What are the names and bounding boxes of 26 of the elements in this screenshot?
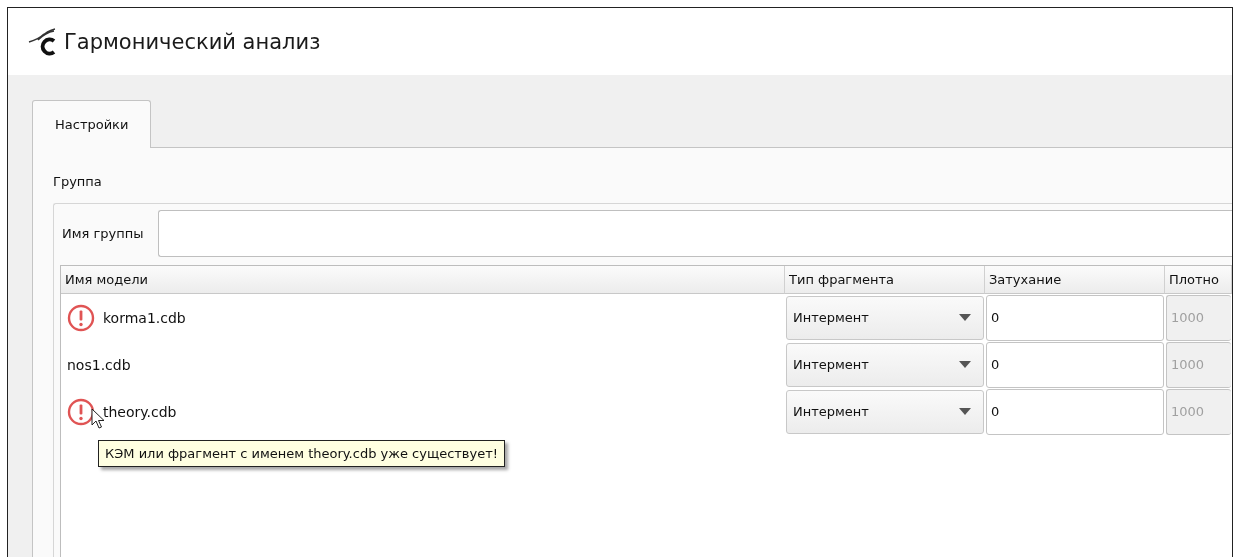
tab[interactable]: Настройки [32, 100, 152, 148]
damping-field[interactable]: 0 [986, 388, 1164, 435]
caret-icon [959, 408, 971, 415]
error-icon [67, 303, 95, 332]
error-icon [67, 397, 95, 426]
damping-field[interactable]: 0 [986, 341, 1164, 388]
model-name: korma1.cdb [103, 309, 186, 326]
column-header[interactable]: Плотно [1165, 266, 1232, 294]
fragment-type-dropdown[interactable]: Интермент [786, 342, 984, 387]
logo-icon [28, 27, 58, 56]
column-header[interactable]: Затухание [985, 266, 1165, 294]
caret-icon [959, 361, 971, 368]
model-name: theory.cdb [103, 403, 177, 420]
fragment-type-dropdown[interactable]: Интермент [786, 389, 984, 434]
mouse-cursor-icon [91, 408, 105, 429]
window-title: Гармонический анализ [64, 29, 321, 54]
caret-icon [959, 314, 971, 321]
fragment-type-dropdown[interactable]: Интермент [786, 295, 984, 340]
model-name: nos1.cdb [67, 356, 131, 373]
field-label: Имя группы [62, 226, 144, 241]
damping-field[interactable]: 0 [986, 294, 1164, 341]
column-header[interactable]: Тип фрагмента [785, 266, 985, 294]
group-title: Группа [53, 174, 103, 189]
column-header[interactable]: Имя модели [61, 266, 785, 294]
group-name-field[interactable] [157, 210, 1232, 257]
tooltip: КЭМ или фрагмент с именем theory.cdb уже существует! [98, 440, 505, 467]
